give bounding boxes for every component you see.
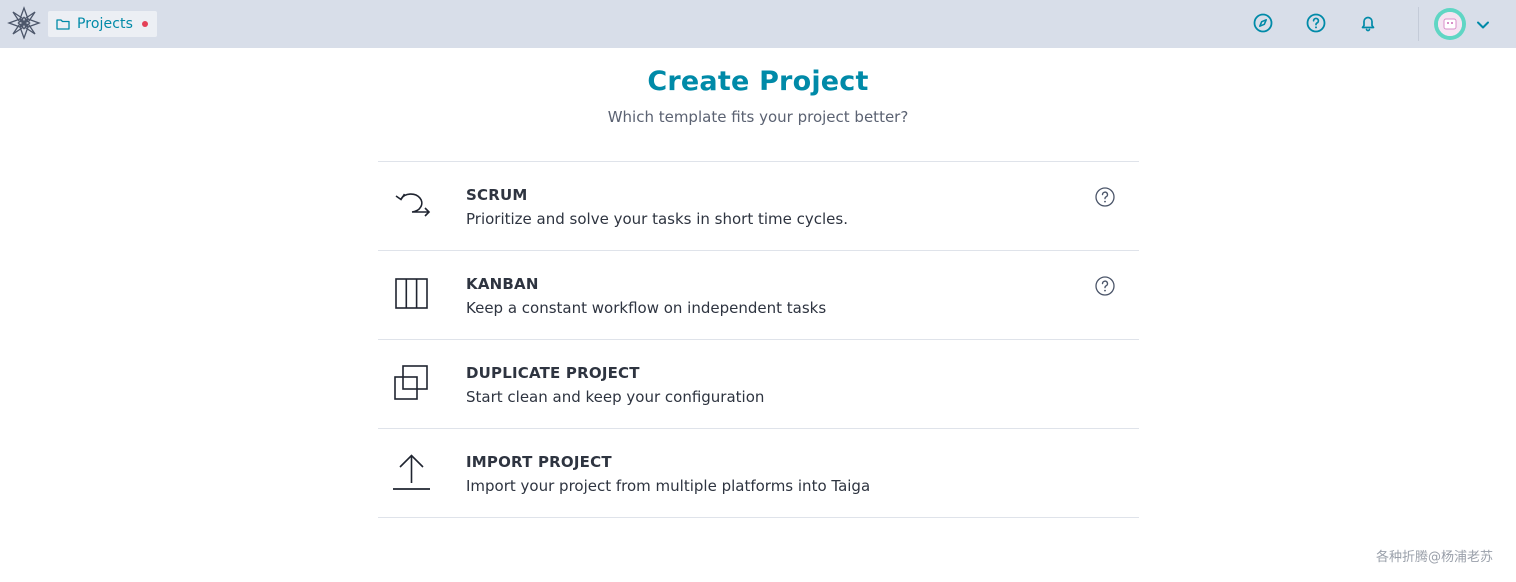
notifications-bell-icon[interactable]	[1357, 12, 1379, 34]
template-name: IMPORT PROJECT	[466, 453, 612, 471]
template-import-project[interactable]: IMPORT PROJECT Import your project from …	[378, 429, 1139, 518]
discover-compass-icon[interactable]	[1252, 12, 1274, 34]
help-icon[interactable]	[1094, 186, 1116, 208]
header-divider	[1418, 7, 1419, 41]
page-title: Create Project	[647, 66, 869, 97]
help-icon[interactable]	[1094, 275, 1116, 297]
template-description: Start clean and keep your configuration	[466, 388, 765, 406]
template-name: KANBAN	[466, 275, 539, 293]
template-description: Import your project from multiple platfo…	[466, 477, 871, 495]
user-avatar[interactable]	[1434, 8, 1466, 40]
template-list: SCRUM Prioritize and solve your tasks in…	[378, 161, 1139, 518]
template-name: SCRUM	[466, 186, 528, 204]
template-kanban[interactable]: KANBAN Keep a constant workflow on indep…	[378, 251, 1139, 340]
folder-icon	[56, 19, 70, 30]
avatar-image	[1438, 12, 1462, 36]
template-scrum[interactable]: SCRUM Prioritize and solve your tasks in…	[378, 162, 1139, 251]
template-description: Keep a constant workflow on independent …	[466, 299, 827, 317]
upload-icon	[393, 454, 430, 490]
template-description: Prioritize and solve your tasks in short…	[466, 210, 848, 228]
template-name: DUPLICATE PROJECT	[466, 364, 640, 382]
page-subtitle: Which template fits your project better?	[607, 108, 909, 126]
top-navigation-bar: Projects	[0, 0, 1516, 48]
projects-button[interactable]: Projects	[48, 11, 157, 37]
chevron-down-icon[interactable]	[1476, 18, 1490, 32]
projects-label: Projects	[77, 16, 133, 32]
scrum-cycle-icon	[395, 193, 431, 217]
notification-dot	[142, 21, 148, 27]
watermark-text: 各种折腾@杨浦老苏	[1376, 550, 1494, 565]
taiga-logo-icon[interactable]	[7, 6, 41, 40]
duplicate-icon	[394, 365, 428, 400]
kanban-columns-icon	[395, 278, 428, 309]
help-icon[interactable]	[1305, 12, 1327, 34]
template-duplicate-project[interactable]: DUPLICATE PROJECT Start clean and keep y…	[378, 340, 1139, 429]
